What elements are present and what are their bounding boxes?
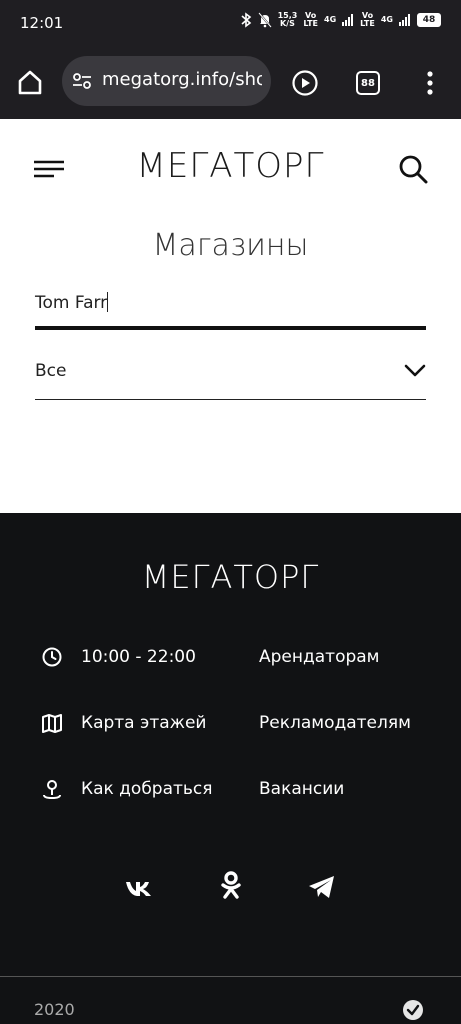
more-vert-icon[interactable] — [420, 69, 440, 97]
browser-toolbar: megatorg.info/shops 88 — [0, 44, 461, 119]
play-icon[interactable] — [291, 69, 319, 97]
directions-label[interactable]: Как добраться — [81, 779, 213, 799]
category-select[interactable]: Все — [35, 355, 426, 400]
opening-hours: 10:00 - 22:00 — [41, 646, 196, 668]
footer: МЕГАТОРГ 10:00 - 22:00 Карта этажей Как … — [0, 513, 461, 1024]
net-speed: 15,3 K/S — [277, 11, 298, 28]
chevron-down-icon[interactable] — [404, 363, 426, 379]
site-settings-icon[interactable] — [72, 71, 92, 91]
map-icon — [42, 714, 62, 733]
vk-icon[interactable] — [124, 873, 154, 903]
advertisers-link[interactable]: Рекламодателям — [259, 713, 411, 733]
status-icons: 15,3 K/S Vo LTE 4G Vo LTE 4G 48 — [240, 12, 441, 28]
search-input-value[interactable]: Tom Farr — [35, 292, 109, 313]
floor-map-link[interactable]: Карта этажей — [41, 712, 206, 734]
search-icon[interactable] — [398, 154, 428, 184]
site-header: МЕГАТОРГ — [0, 119, 461, 219]
site-logo[interactable]: МЕГАТОРГ — [0, 146, 461, 186]
telegram-icon[interactable] — [307, 872, 337, 902]
status-time: 12:01 — [20, 14, 64, 32]
signal-bars-icon — [342, 14, 354, 26]
signal-2-label: 4G — [380, 15, 393, 24]
shop-search-input[interactable]: Tom Farr — [35, 286, 426, 330]
tenants-link[interactable]: Арендаторам — [259, 647, 380, 667]
mute-bell-icon — [257, 12, 272, 28]
odnoklassniki-icon[interactable] — [216, 870, 246, 900]
copyright-year: 2020 — [34, 1000, 75, 1019]
signal-1-label: 4G — [324, 15, 337, 24]
floor-map-label[interactable]: Карта этажей — [81, 713, 206, 733]
page-title: Магазины — [152, 228, 309, 263]
address-bar[interactable]: megatorg.info/shops — [62, 56, 271, 106]
tabs-button[interactable]: 88 — [356, 71, 380, 95]
footer-logo[interactable]: МЕГАТОРГ — [0, 558, 461, 596]
status-bar: 12:01 15,3 K/S Vo LTE 4G Vo LTE 4G 48 — [0, 0, 461, 44]
text-caret — [107, 292, 109, 312]
bluetooth-icon — [241, 12, 251, 28]
directions-link[interactable]: Как добраться — [41, 778, 213, 800]
home-icon[interactable] — [16, 68, 44, 96]
opening-hours-text: 10:00 - 22:00 — [81, 647, 196, 667]
category-select-value[interactable]: Все — [35, 361, 66, 381]
clock-icon — [42, 647, 62, 667]
footer-divider — [0, 976, 461, 977]
check-badge-icon — [403, 1000, 423, 1020]
battery-icon: 48 — [417, 13, 441, 27]
signal-bars-icon — [399, 14, 410, 26]
vacancies-link[interactable]: Вакансии — [259, 779, 344, 799]
volte-2: Vo LTE — [360, 11, 375, 28]
volte-1: Vo LTE — [303, 11, 319, 28]
url-text[interactable]: megatorg.info/shops — [102, 69, 262, 90]
location-pin-icon — [43, 780, 61, 800]
